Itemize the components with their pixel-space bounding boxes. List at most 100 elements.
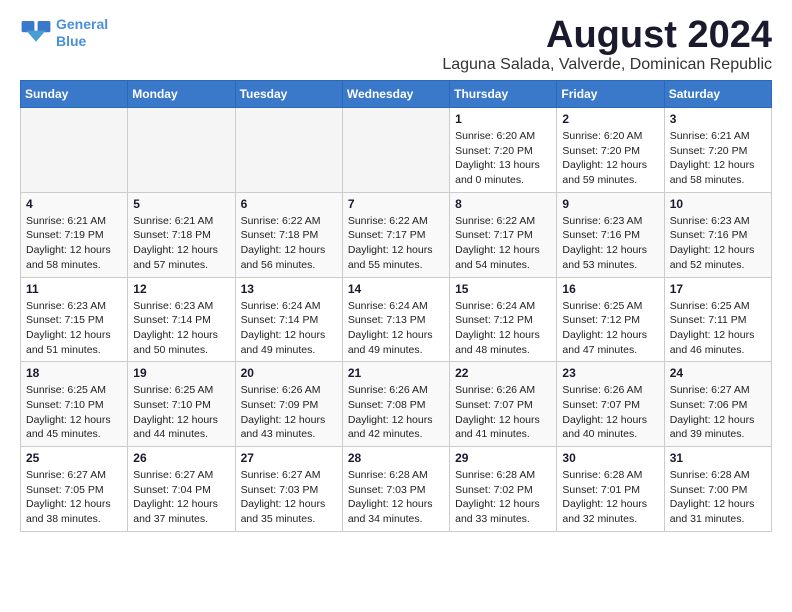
sunset-text: Sunset: 7:19 PM	[26, 228, 122, 243]
day-number: 25	[26, 451, 122, 465]
daylight-text: Daylight: 12 hours and 35 minutes.	[241, 497, 337, 526]
sunrise-text: Sunrise: 6:28 AM	[562, 468, 658, 483]
daylight-text: Daylight: 12 hours and 46 minutes.	[670, 328, 766, 357]
calendar-cell-31: 31Sunrise: 6:28 AMSunset: 7:00 PMDayligh…	[664, 447, 771, 532]
calendar-cell-29: 29Sunrise: 6:28 AMSunset: 7:02 PMDayligh…	[450, 447, 557, 532]
sunset-text: Sunset: 7:18 PM	[241, 228, 337, 243]
sunset-text: Sunset: 7:16 PM	[670, 228, 766, 243]
calendar-week-5: 25 Sunrise: 6:27 AMSunset: 7:05 PMDayligh…	[21, 447, 772, 532]
sunrise-text: Sunrise: 6:25 AM	[26, 383, 122, 398]
logo-icon	[20, 19, 52, 47]
sunset-text: Sunset: 7:20 PM	[670, 144, 766, 159]
day-info: Sunrise: 6:23 AMSunset: 7:16 PMDaylight:…	[670, 214, 766, 273]
calendar-cell-9: 9Sunrise: 6:23 AMSunset: 7:16 PMDaylight…	[557, 192, 664, 277]
calendar-cell-21: 21 Sunrise: 6:26 AMSunset: 7:08 PMDayligh…	[342, 362, 449, 447]
sunrise-text: Sunrise: 6:26 AM	[348, 383, 444, 398]
sunrise-text: Sunrise: 6:23 AM	[133, 299, 229, 314]
day-number: 10	[670, 197, 766, 211]
header-tuesday: Tuesday	[235, 81, 342, 108]
day-number: 24	[670, 366, 766, 380]
sunrise-text: Sunrise: 6:20 AM	[562, 129, 658, 144]
sunrise-text: Sunrise: 6:26 AM	[562, 383, 658, 398]
page-header: General Blue August 2024 Laguna Salada, …	[20, 16, 772, 74]
day-info: Sunrise: 6:27 AMSunset: 7:04 PMDaylight:…	[133, 468, 229, 527]
daylight-text: Daylight: 12 hours and 31 minutes.	[670, 497, 766, 526]
day-number: 11	[26, 282, 122, 296]
daylight-text: Daylight: 12 hours and 45 minutes.	[26, 413, 122, 442]
sunrise-text: Sunrise: 6:24 AM	[348, 299, 444, 314]
sunset-text: Sunset: 7:02 PM	[455, 483, 551, 498]
sunrise-text: Sunrise: 6:27 AM	[670, 383, 766, 398]
daylight-text: Daylight: 12 hours and 42 minutes.	[348, 413, 444, 442]
sunset-text: Sunset: 7:00 PM	[670, 483, 766, 498]
calendar-week-2: 4Sunrise: 6:21 AMSunset: 7:19 PMDaylight…	[21, 192, 772, 277]
calendar-cell-8: 8Sunrise: 6:22 AMSunset: 7:17 PMDaylight…	[450, 192, 557, 277]
day-number: 20	[241, 366, 337, 380]
calendar-cell-26: 26 Sunrise: 6:27 AMSunset: 7:04 PMDayligh…	[128, 447, 235, 532]
logo: General Blue	[20, 16, 108, 50]
daylight-text: Daylight: 12 hours and 51 minutes.	[26, 328, 122, 357]
calendar-cell-20: 20Sunrise: 6:26 AMSunset: 7:09 PMDayligh…	[235, 362, 342, 447]
day-info: Sunrise: 6:22 AMSunset: 7:17 PMDaylight:…	[348, 214, 444, 273]
day-info: Sunrise: 6:21 AMSunset: 7:20 PMDaylight:…	[670, 129, 766, 188]
day-number: 15	[455, 282, 551, 296]
daylight-text: Daylight: 12 hours and 32 minutes.	[562, 497, 658, 526]
calendar-cell-10: 10 Sunrise: 6:23 AMSunset: 7:16 PMDayligh…	[664, 192, 771, 277]
sunset-text: Sunset: 7:10 PM	[26, 398, 122, 413]
daylight-text: Daylight: 12 hours and 50 minutes.	[133, 328, 229, 357]
header-wednesday: Wednesday	[342, 81, 449, 108]
calendar-cell-5: 5 Sunrise: 6:21 AMSunset: 7:18 PMDaylight…	[128, 192, 235, 277]
day-info: Sunrise: 6:21 AMSunset: 7:18 PMDaylight:…	[133, 214, 229, 273]
calendar-cell-empty-0-1	[128, 108, 235, 193]
calendar-cell-12: 12Sunrise: 6:23 AMSunset: 7:14 PMDayligh…	[128, 277, 235, 362]
sunset-text: Sunset: 7:12 PM	[562, 313, 658, 328]
sunset-text: Sunset: 7:08 PM	[348, 398, 444, 413]
daylight-text: Daylight: 12 hours and 37 minutes.	[133, 497, 229, 526]
day-info: Sunrise: 6:27 AMSunset: 7:06 PMDaylight:…	[670, 383, 766, 442]
sunset-text: Sunset: 7:12 PM	[455, 313, 551, 328]
sunrise-text: Sunrise: 6:25 AM	[670, 299, 766, 314]
daylight-text: Daylight: 12 hours and 49 minutes.	[241, 328, 337, 357]
sunrise-text: Sunrise: 6:27 AM	[133, 468, 229, 483]
calendar-cell-2: 2Sunrise: 6:20 AMSunset: 7:20 PMDaylight…	[557, 108, 664, 193]
daylight-text: Daylight: 12 hours and 57 minutes.	[133, 243, 229, 272]
day-number: 5	[133, 197, 229, 211]
calendar-cell-11: 11Sunrise: 6:23 AMSunset: 7:15 PMDayligh…	[21, 277, 128, 362]
calendar-cell-7: 7 Sunrise: 6:22 AMSunset: 7:17 PMDaylight…	[342, 192, 449, 277]
sunset-text: Sunset: 7:18 PM	[133, 228, 229, 243]
day-number: 6	[241, 197, 337, 211]
calendar-cell-4: 4Sunrise: 6:21 AMSunset: 7:19 PMDaylight…	[21, 192, 128, 277]
day-info: Sunrise: 6:27 AMSunset: 7:05 PMDaylight:…	[26, 468, 122, 527]
day-info: Sunrise: 6:28 AMSunset: 7:01 PMDaylight:…	[562, 468, 658, 527]
day-number: 23	[562, 366, 658, 380]
calendar-cell-30: 30Sunrise: 6:28 AMSunset: 7:01 PMDayligh…	[557, 447, 664, 532]
sunrise-text: Sunrise: 6:27 AM	[26, 468, 122, 483]
sunset-text: Sunset: 7:04 PM	[133, 483, 229, 498]
daylight-text: Daylight: 12 hours and 41 minutes.	[455, 413, 551, 442]
day-number: 21	[348, 366, 444, 380]
sunset-text: Sunset: 7:07 PM	[455, 398, 551, 413]
sunrise-text: Sunrise: 6:28 AM	[670, 468, 766, 483]
day-info: Sunrise: 6:24 AMSunset: 7:12 PMDaylight:…	[455, 299, 551, 358]
calendar-cell-19: 19 Sunrise: 6:25 AMSunset: 7:10 PMDayligh…	[128, 362, 235, 447]
calendar-cell-1: 1Sunrise: 6:20 AMSunset: 7:20 PMDaylight…	[450, 108, 557, 193]
calendar-cell-25: 25 Sunrise: 6:27 AMSunset: 7:05 PMDayligh…	[21, 447, 128, 532]
day-number: 26	[133, 451, 229, 465]
calendar-cell-6: 6Sunrise: 6:22 AMSunset: 7:18 PMDaylight…	[235, 192, 342, 277]
sunrise-text: Sunrise: 6:26 AM	[241, 383, 337, 398]
day-number: 18	[26, 366, 122, 380]
day-number: 19	[133, 366, 229, 380]
daylight-text: Daylight: 12 hours and 49 minutes.	[348, 328, 444, 357]
day-number: 16	[562, 282, 658, 296]
day-number: 29	[455, 451, 551, 465]
title-area: August 2024 Laguna Salada, Valverde, Dom…	[442, 16, 772, 74]
day-info: Sunrise: 6:28 AMSunset: 7:00 PMDaylight:…	[670, 468, 766, 527]
day-info: Sunrise: 6:25 AMSunset: 7:10 PMDaylight:…	[133, 383, 229, 442]
daylight-text: Daylight: 12 hours and 52 minutes.	[670, 243, 766, 272]
sunset-text: Sunset: 7:14 PM	[241, 313, 337, 328]
daylight-text: Daylight: 12 hours and 44 minutes.	[133, 413, 229, 442]
day-info: Sunrise: 6:24 AMSunset: 7:14 PMDaylight:…	[241, 299, 337, 358]
sunset-text: Sunset: 7:17 PM	[455, 228, 551, 243]
sunrise-text: Sunrise: 6:25 AM	[133, 383, 229, 398]
day-number: 7	[348, 197, 444, 211]
